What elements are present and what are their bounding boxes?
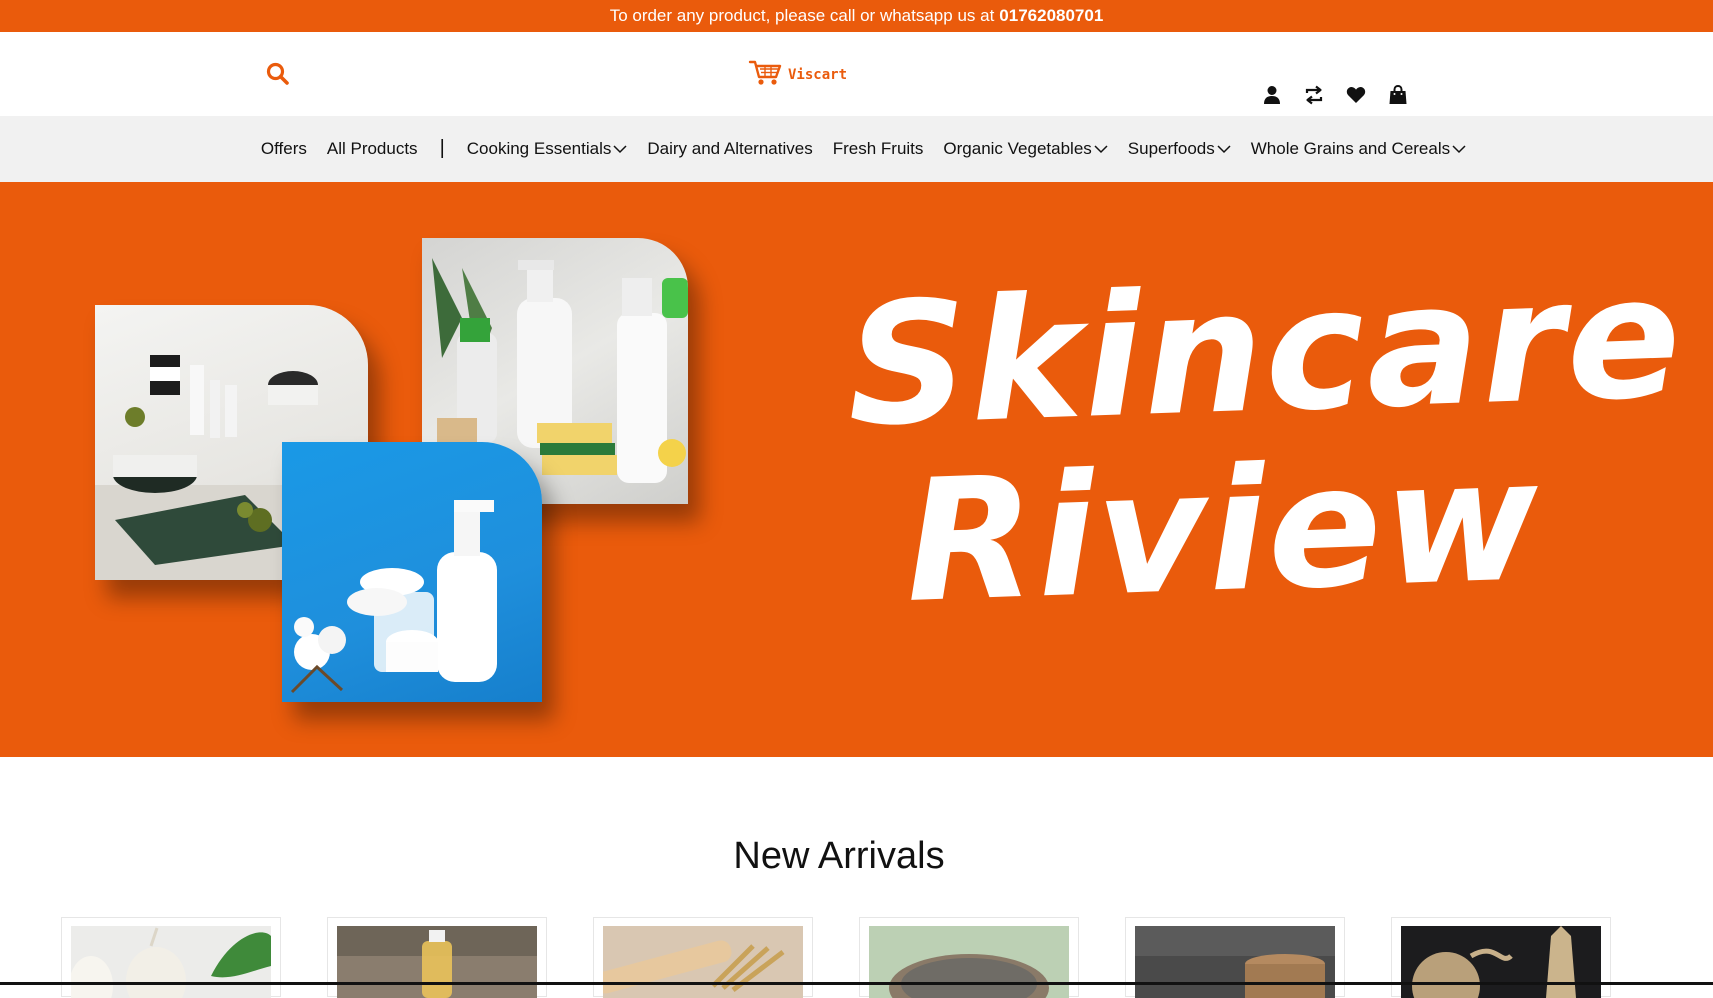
new-arrivals-grid bbox=[61, 917, 1611, 998]
nav-label: Fresh Fruits bbox=[832, 139, 924, 158]
announcement-text: To order any product, please call or wha… bbox=[609, 6, 995, 25]
product-image-garlic bbox=[71, 926, 271, 998]
user-icon[interactable] bbox=[1262, 85, 1282, 105]
logo-text: Viscart bbox=[788, 66, 848, 83]
announcement-bar: To order any product, please call or wha… bbox=[0, 0, 1713, 32]
nav-item-cooking-essentials[interactable]: Cooking Essentials bbox=[467, 139, 628, 159]
product-image-wheat-rolling-pin bbox=[603, 926, 803, 998]
announcement-phone[interactable]: 01762080701 bbox=[999, 6, 1103, 26]
cart-logo-icon bbox=[748, 58, 784, 91]
site-header: Viscart bbox=[0, 32, 1713, 116]
category-nav: Offers All Products | Cooking Essentials… bbox=[0, 116, 1713, 182]
nav-label: Whole Grains and Cereals bbox=[1250, 139, 1451, 158]
nav-label: Offers bbox=[260, 139, 307, 158]
site-logo[interactable]: Viscart bbox=[748, 58, 847, 91]
product-image-brass-jugs bbox=[1401, 926, 1601, 998]
nav-item-dairy-and-alternatives[interactable]: Dairy and Alternatives bbox=[647, 139, 812, 159]
nav-label: Organic Vegetables bbox=[943, 139, 1092, 158]
compare-icon[interactable] bbox=[1304, 85, 1324, 105]
nav-label: Superfoods bbox=[1127, 139, 1215, 158]
product-card[interactable] bbox=[593, 917, 813, 998]
chevron-down-icon bbox=[613, 144, 627, 154]
chevron-down-icon bbox=[1217, 144, 1231, 154]
heart-icon[interactable] bbox=[1346, 85, 1366, 105]
chevron-down-icon bbox=[1094, 144, 1108, 154]
nav-item-offers[interactable]: Offers bbox=[261, 139, 307, 159]
nav-item-all-products[interactable]: All Products bbox=[327, 139, 418, 159]
product-image-oil-bottle bbox=[337, 926, 537, 998]
nav-label: All Products bbox=[326, 139, 418, 158]
nav-label: Dairy and Alternatives bbox=[647, 139, 813, 158]
hero-image-skincare-bottle bbox=[282, 442, 542, 702]
product-card[interactable] bbox=[1125, 917, 1345, 998]
product-card[interactable] bbox=[1391, 917, 1611, 998]
chevron-down-icon bbox=[1452, 144, 1466, 154]
product-card[interactable] bbox=[859, 917, 1079, 998]
nav-separator: | bbox=[439, 136, 445, 159]
hero-title: Skincare Riview bbox=[844, 239, 1686, 640]
shopping-bag-icon[interactable] bbox=[1388, 85, 1408, 105]
nav-item-whole-grains-and-cereals[interactable]: Whole Grains and Cereals bbox=[1251, 139, 1466, 159]
nav-item-fresh-fruits[interactable]: Fresh Fruits bbox=[833, 139, 924, 159]
hero-title-line-2: Riview bbox=[902, 421, 1544, 640]
product-card[interactable] bbox=[61, 917, 281, 998]
nav-label: Cooking Essentials bbox=[466, 139, 612, 158]
header-actions bbox=[1262, 85, 1408, 105]
product-card[interactable] bbox=[327, 917, 547, 998]
nav-item-superfoods[interactable]: Superfoods bbox=[1128, 139, 1231, 159]
product-image-dark-bowl bbox=[1135, 926, 1335, 998]
search-icon[interactable] bbox=[265, 61, 291, 87]
section-title-new-arrivals: New Arrivals bbox=[733, 835, 945, 877]
product-image-chia-seeds bbox=[869, 926, 1069, 998]
hero-banner[interactable]: Skincare Riview bbox=[0, 182, 1713, 757]
nav-item-organic-vegetables[interactable]: Organic Vegetables bbox=[943, 139, 1108, 159]
